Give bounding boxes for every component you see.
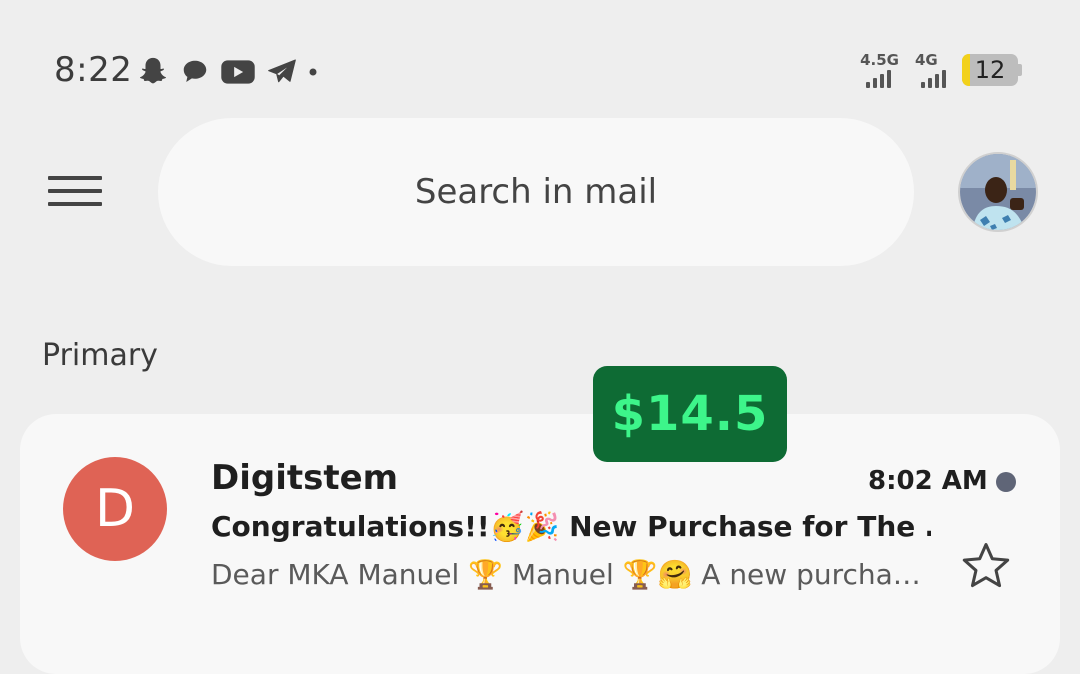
network-signal-1: 4.5G — [860, 52, 899, 88]
star-icon[interactable] — [958, 538, 1014, 594]
youtube-icon — [220, 57, 256, 87]
snapchat-icon — [136, 55, 170, 89]
telegram-icon — [266, 57, 298, 87]
more-dot-icon — [308, 67, 318, 77]
search-bar[interactable]: Search in mail — [158, 118, 914, 266]
status-right: 4.5G 4G 12 — [860, 48, 1022, 92]
battery-fill — [962, 54, 970, 86]
signal-bars-icon — [866, 68, 892, 88]
email-item[interactable] — [20, 414, 1060, 674]
battery-icon: 12 — [962, 54, 1018, 86]
battery-level: 12 — [974, 56, 1006, 84]
signal-bars-icon — [921, 68, 946, 88]
email-time: 8:02 AM — [868, 466, 988, 496]
chat-bubble-icon — [180, 57, 210, 87]
price-badge: $14.5 — [593, 366, 787, 462]
search-placeholder: Search in mail — [414, 172, 658, 212]
network-type-label: 4.5G — [860, 51, 899, 69]
network-type-label: 4G — [915, 51, 938, 69]
network-signal-2: 4G — [915, 52, 946, 88]
hamburger-line — [48, 176, 102, 180]
profile-photo-icon — [960, 154, 1036, 230]
notification-icons — [136, 52, 318, 92]
section-label: Primary — [42, 338, 158, 373]
unread-dot-icon — [996, 472, 1016, 492]
menu-button[interactable] — [48, 170, 102, 212]
email-subject: Congratulations!!🥳🎉 New Purchase for The… — [211, 510, 931, 543]
account-avatar[interactable] — [958, 152, 1038, 232]
price-text: $14.5 — [611, 386, 769, 442]
hamburger-line — [48, 202, 102, 206]
email-sender: Digitstem — [211, 458, 399, 498]
status-time: 8:22 — [54, 50, 133, 90]
email-preview: Dear MKA Manuel 🏆 Manuel 🏆🤗 A new purcha… — [211, 558, 921, 591]
hamburger-line — [48, 189, 102, 193]
battery-cap — [1018, 64, 1022, 76]
sender-avatar[interactable]: D — [63, 457, 167, 561]
